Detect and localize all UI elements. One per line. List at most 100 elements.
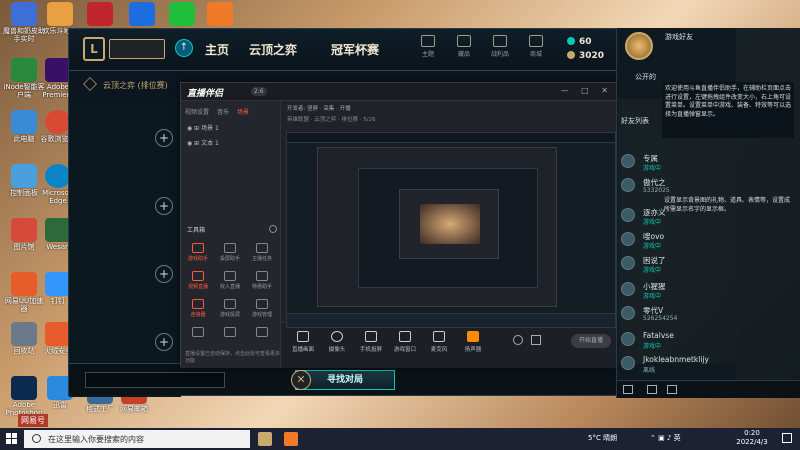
add-friend-icon[interactable] (647, 385, 657, 394)
source-speaker[interactable]: 扬声器 (455, 331, 491, 353)
tab-music[interactable]: 音乐 (217, 107, 229, 116)
version-badge: 2.6 (251, 87, 267, 96)
game-cast-icon (224, 299, 236, 309)
source-phone[interactable]: 手机投屏 (353, 331, 389, 353)
preview-capture-layer-5 (420, 204, 480, 244)
source-game-window[interactable]: 游戏窗口 (387, 331, 423, 353)
nav-home[interactable]: 主页 (205, 41, 229, 58)
tool-more[interactable] (247, 327, 277, 339)
tool-tasks[interactable]: 主播任务 (247, 243, 277, 262)
tool-video-live[interactable]: 视频直播 (183, 271, 213, 290)
mic-icon (433, 331, 445, 342)
profile-icon (421, 35, 435, 47)
rp-icon (567, 51, 575, 59)
more-icon (256, 327, 268, 337)
deals-icon (256, 271, 268, 281)
tool-income[interactable]: 收入直播 (215, 271, 245, 290)
clock[interactable]: 0:20 2022/4/3 (728, 429, 776, 447)
scene-item[interactable]: ◉ ⊞ 文本 1 (181, 135, 280, 150)
toolbox-title: 工具箱 (187, 227, 206, 234)
tool-pk[interactable] (215, 327, 245, 339)
nav-profile[interactable]: 主题 (411, 35, 445, 58)
game-window-icon (399, 331, 411, 342)
folder-icon[interactable] (667, 385, 677, 394)
taskbar-search[interactable]: 在这里输入你要搜索的内容 (24, 430, 250, 448)
record-icon[interactable] (531, 335, 541, 345)
game-manage-icon (256, 299, 268, 309)
preview-capture-layer-1 (286, 132, 616, 328)
invite-slot-3[interactable]: + (155, 265, 173, 283)
taskbar-lol-icon[interactable] (258, 432, 272, 446)
list-item[interactable]: Jkokleabnmetklijy 离线 (617, 354, 800, 374)
tab-scenes[interactable]: 场景 (237, 107, 249, 116)
list-item[interactable]: 傲代之 5332025 (617, 176, 800, 196)
tool-game-helper[interactable]: 游戏助手 (183, 243, 213, 262)
tab-video-settings[interactable]: 视频设置 (185, 107, 209, 116)
invite-slot-2[interactable]: + (155, 197, 173, 215)
notification-icon[interactable] (782, 433, 792, 443)
lobby-chat-input[interactable] (85, 372, 225, 388)
play-button[interactable] (109, 39, 165, 59)
avatar[interactable] (625, 32, 653, 60)
list-item[interactable]: 嗖ovo 游戏中 (617, 230, 800, 250)
screen-icon (297, 331, 309, 342)
upgrade-icon[interactable]: ↑ (175, 39, 193, 57)
tool-game-cast[interactable]: 游戏投屏 (215, 299, 245, 318)
store-icon (529, 35, 543, 47)
phone-icon (365, 331, 377, 342)
cancel-button[interactable]: ✕ (291, 370, 311, 390)
window-controls[interactable]: — □ ✕ (561, 86, 613, 95)
loot-icon (493, 35, 507, 47)
tool-song[interactable] (183, 327, 213, 339)
desktop-icon-qq-speed[interactable] (120, 2, 164, 27)
stream-source-bar: 直播画面 摄像头 手机投屏 游戏窗口 麦克风 扬声器 开始直播 (281, 322, 619, 368)
autosave-tip: 直播设置已自动保存，点击此处可查看更多功能 (185, 351, 281, 364)
connector-icon (192, 299, 204, 309)
tool-connector[interactable]: 连接器 (183, 299, 213, 318)
desktop-icon-douyu[interactable] (198, 2, 242, 27)
riot-points: 3020 (567, 51, 604, 61)
list-item[interactable]: 困说了 游戏中 (617, 254, 800, 274)
windows-start-icon[interactable] (6, 433, 18, 445)
scene-item[interactable]: ◉ ⊞ 场景 1 (181, 120, 280, 135)
status-public[interactable]: 公开的 (635, 72, 656, 82)
source-camera[interactable]: 摄像头 (319, 331, 355, 353)
lobby-slots: + + + + (69, 99, 181, 397)
invite-slot-1[interactable]: + (155, 129, 173, 147)
friends-bottom-bar (617, 380, 800, 398)
stream-tool-logo: 直播伴侣 (187, 89, 224, 99)
nav-store[interactable]: 商城 (519, 35, 553, 58)
settings-icon[interactable] (513, 335, 523, 345)
invite-slot-4[interactable]: + (155, 333, 173, 351)
avatar (621, 154, 635, 168)
tool-cast[interactable]: 投屏助手 (215, 243, 245, 262)
tasks-icon (256, 243, 268, 253)
start-live-button[interactable]: 开始直播 (571, 334, 611, 348)
list-item[interactable]: Fatalvse 游戏中 (617, 330, 800, 350)
tool-deals[interactable]: 特惠助手 (247, 271, 277, 290)
avatar (621, 306, 635, 320)
source-screen[interactable]: 直播画面 (285, 331, 321, 353)
watermark: 网易号 (18, 414, 48, 427)
lol-logo[interactable]: L (83, 37, 105, 61)
avatar (621, 256, 635, 270)
avatar (621, 332, 635, 346)
taskbar: 在这里输入你要搜索的内容 5°C 晴朗 ⌃ ▣ ♪ 英 0:20 2022/4/… (0, 428, 800, 450)
source-mic[interactable]: 麦克风 (421, 331, 457, 353)
chat-icon[interactable] (623, 385, 633, 394)
tray-icons[interactable]: ⌃ ▣ ♪ 英 (650, 433, 681, 443)
weather[interactable]: 5°C 晴朗 (588, 433, 617, 443)
taskbar-douyu-icon[interactable] (284, 432, 298, 446)
nav-clash[interactable]: 冠军杯赛 (331, 41, 379, 58)
list-item[interactable]: 零代V 526254254 (617, 304, 800, 324)
income-icon (224, 271, 236, 281)
list-item[interactable]: 专属 游戏中 (617, 152, 800, 172)
tool-game-manage[interactable]: 游戏管理 (247, 299, 277, 318)
nav-collection[interactable]: 藏品 (447, 35, 481, 58)
nav-loot[interactable]: 战利品 (483, 35, 517, 58)
desktop-icon-wegame[interactable] (78, 2, 122, 27)
game-helper-icon (192, 243, 204, 253)
list-item[interactable]: 小猩猩 游戏中 (617, 280, 800, 300)
toolbox-more-icon[interactable] (269, 225, 277, 233)
nav-tft[interactable]: 云顶之弈 (249, 41, 297, 58)
